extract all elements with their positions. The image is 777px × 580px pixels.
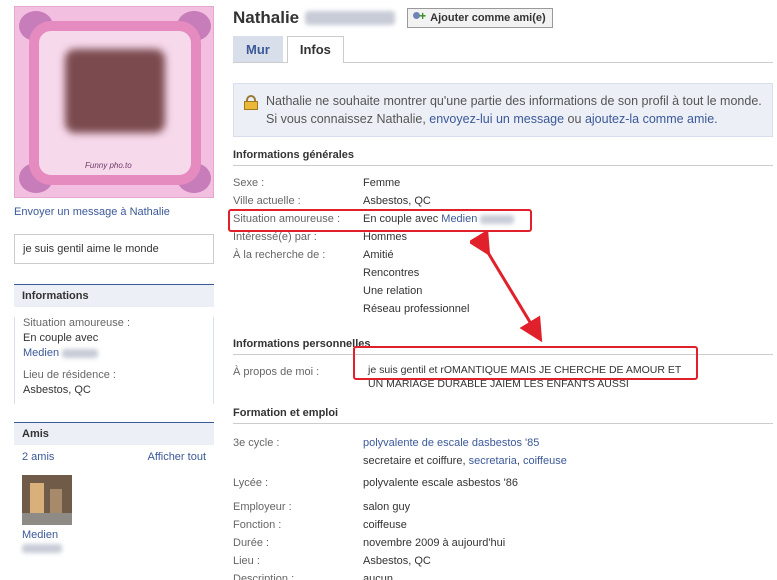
highlight-box-relationship — [228, 209, 532, 232]
double-arrow-icon — [470, 232, 543, 343]
sidebar-info-title: Informations — [14, 284, 214, 307]
left-column: Funny pho.to Envoyer un message à Nathal… — [14, 6, 214, 553]
send-message-link[interactable]: Envoyer un message à Nathalie — [14, 206, 214, 218]
sidebar-info-panel: Situation amoureuse : En couple avec Med… — [14, 317, 214, 404]
secretaria-link[interactable]: secretaria — [469, 455, 517, 467]
place-value: Asbestos, QC — [363, 555, 431, 567]
blurred-face — [65, 49, 165, 133]
employer-link[interactable]: salon guy — [363, 498, 410, 516]
sex-value: Femme — [363, 177, 401, 189]
friend-name-row: Medien — [14, 525, 214, 553]
cycle-label: 3e cycle : — [233, 437, 280, 449]
show-all-friends-link[interactable]: Afficher tout — [148, 451, 207, 463]
description-value: aucun — [363, 573, 393, 580]
city-value: Asbestos, QC — [363, 195, 431, 207]
add-friend-icon — [412, 9, 426, 24]
row-duration: Durée : novembre 2009 à aujourd'hui — [233, 534, 773, 552]
sidebar-relationship-value: En couple avec — [23, 332, 99, 344]
about-label: À propos de moi : — [233, 366, 320, 378]
notice-text-or: ou — [564, 112, 585, 126]
looking-value: Réseau professionnel — [363, 303, 470, 315]
blurred-surname — [22, 543, 62, 553]
looking-values: Amitié Rencontres Une relation Réseau pr… — [363, 246, 469, 318]
friend-thumbnail[interactable] — [22, 475, 72, 525]
row-function: Fonction : coiffeuse — [233, 516, 773, 534]
name-row: Nathalie Ajouter comme ami(e) — [233, 6, 773, 30]
looking-label: À la recherche de : — [233, 249, 326, 261]
row-city: Ville actuelle : Asbestos, QC — [233, 192, 773, 210]
place-label: Lieu : — [233, 555, 260, 567]
cycle-detail: secretaire et coiffure, — [363, 455, 469, 467]
add-friend-button[interactable]: Ajouter comme ami(e) — [407, 8, 553, 28]
highlight-box-about — [353, 346, 698, 380]
sidebar-residence-value: Asbestos, QC — [23, 384, 91, 396]
row-sex: Sexe : Femme — [233, 174, 773, 192]
looking-value: Rencontres — [363, 267, 420, 279]
sex-label: Sexe : — [233, 177, 265, 189]
add-friend-notice-link[interactable]: ajoutez-la comme amie — [585, 112, 714, 126]
bio-box: je suis gentil aime le monde — [14, 234, 214, 264]
looking-value: Amitié — [363, 249, 394, 261]
lock-icon — [244, 95, 258, 110]
section-education-title: Formation et emploi — [233, 407, 773, 424]
duration-label: Durée : — [233, 537, 270, 549]
friends-count-link[interactable]: 2 amis — [22, 451, 54, 463]
description-label: Description : — [233, 573, 295, 580]
section-education: Formation et emploi 3e cycle : polyvalen… — [233, 407, 773, 580]
tab-wall[interactable]: Mur — [233, 36, 283, 62]
profile-name: Nathalie — [233, 8, 300, 27]
friend-name-link[interactable]: Medien — [22, 529, 58, 541]
row-place: Lieu : Asbestos, QC — [233, 552, 773, 570]
lycee-link[interactable]: polyvalente escale asbestos '86 — [363, 474, 518, 492]
picture-caption: Funny pho.to — [85, 161, 132, 170]
city-label: Ville actuelle : — [233, 195, 301, 207]
sidebar-partner-row: Medien — [23, 347, 205, 359]
sidebar-residence-label: Lieu de résidence : — [23, 369, 116, 381]
sidebar-relationship-label: Situation amoureuse : — [23, 317, 131, 329]
privacy-notice: Nathalie ne souhaite montrer qu'une part… — [233, 83, 773, 137]
cycle-school-link[interactable]: polyvalente de escale dasbestos '85 — [363, 437, 539, 449]
blurred-surname — [305, 11, 396, 25]
friends-row: 2 amis Afficher tout — [14, 445, 214, 469]
row-lycee: Lycée : polyvalente escale asbestos '86 — [233, 474, 773, 492]
cycle-value: polyvalente de escale dasbestos '85 secr… — [363, 434, 567, 470]
function-link[interactable]: coiffeuse — [363, 516, 407, 534]
sidebar-partner-link[interactable]: Medien — [23, 347, 59, 359]
blurred-surname — [62, 348, 99, 358]
row-cycle: 3e cycle : polyvalente de escale dasbest… — [233, 434, 773, 470]
looking-value: Une relation — [363, 285, 423, 297]
section-general-title: Informations générales — [233, 149, 773, 166]
row-employer: Employeur : salon guy — [233, 498, 773, 516]
sidebar-friends-title: Amis — [14, 422, 214, 445]
function-label: Fonction : — [233, 519, 282, 531]
row-description: Description : aucun — [233, 570, 773, 580]
profile-tabs: Mur Infos — [233, 36, 773, 63]
send-message-notice-link[interactable]: envoyez-lui un message — [429, 112, 564, 126]
lycee-label: Lycée : — [233, 477, 269, 489]
duration-value: novembre 2009 à aujourd'hui — [363, 537, 506, 549]
tab-info[interactable]: Infos — [286, 36, 344, 63]
profile-picture[interactable]: Funny pho.to — [14, 6, 214, 198]
notice-text-end: . — [714, 112, 718, 126]
coiffeuse-concentration-link[interactable]: coiffeuse — [523, 455, 567, 467]
employer-label: Employeur : — [233, 501, 292, 513]
add-friend-label: Ajouter comme ami(e) — [430, 12, 546, 24]
